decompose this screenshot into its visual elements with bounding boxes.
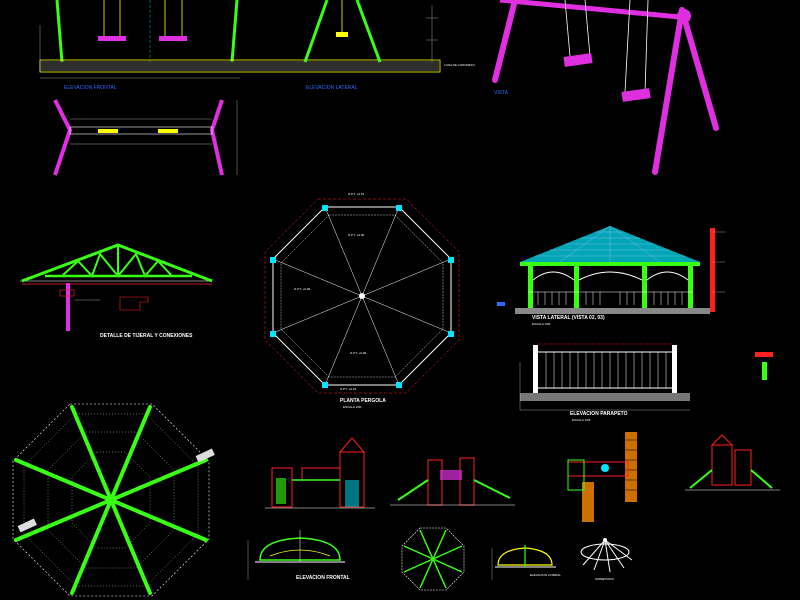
plan-seat [98, 129, 118, 133]
carousel-front-title: ELEVACION FRONTAL [296, 575, 350, 581]
cad-drawing-canvas [0, 0, 800, 600]
swing-seat [98, 36, 126, 41]
parapet-title: ELEVACION PARAPETO [570, 411, 628, 417]
slab-hatch [41, 61, 439, 71]
plan-seat [158, 129, 178, 133]
swing-seat-side [336, 32, 348, 37]
pergola-plan-scale: ESCALA 1/50 [343, 405, 362, 409]
elev-frontal-swing-label: ELEVACION FRONTAL [64, 85, 117, 91]
lateral-view-title: VISTA LATERAL (VISTA 02, 03) [532, 315, 605, 321]
npt-bottom-label: N.P.T. +0.15 [340, 387, 357, 391]
gazebo-base [515, 308, 710, 314]
swing-seat [159, 36, 187, 41]
npt-top-label: N.P.T. +0.15 [348, 192, 365, 196]
npt-center-label: N.P.T. +0.00 [348, 233, 365, 237]
parapet-post [533, 345, 538, 393]
3d-joint [677, 9, 691, 23]
carousel-side-title: ELEVACION LATERAL [530, 573, 561, 577]
lateral-view-scale: ESCALA 1/50 [532, 322, 551, 326]
parapet-post [672, 345, 677, 393]
concrete-note: LOSA DE CONCRETO [444, 63, 475, 67]
gazebo-eave [520, 262, 700, 266]
pergola-center [359, 293, 365, 299]
truss-detail-title: DETALLE DE TIJERAL Y CONEXIONES [100, 333, 193, 339]
npt-lower-label: N.P.T. +0.00 [350, 351, 367, 355]
parapet-base [520, 393, 690, 401]
vista-label: VISTA [494, 90, 509, 96]
pergola-plan-title: PLANTA PERGOLA [340, 398, 386, 404]
npt-left-label: N.P.T. +0.00 [294, 287, 311, 291]
carousel-iso-title: ISOMETRICO [595, 577, 615, 581]
gazebo-level-marks [710, 228, 715, 312]
parapet-scale: ESCALA 1/25 [572, 418, 591, 422]
elev-lateral-swing-label: ELEVACION LATERAL [306, 85, 358, 91]
